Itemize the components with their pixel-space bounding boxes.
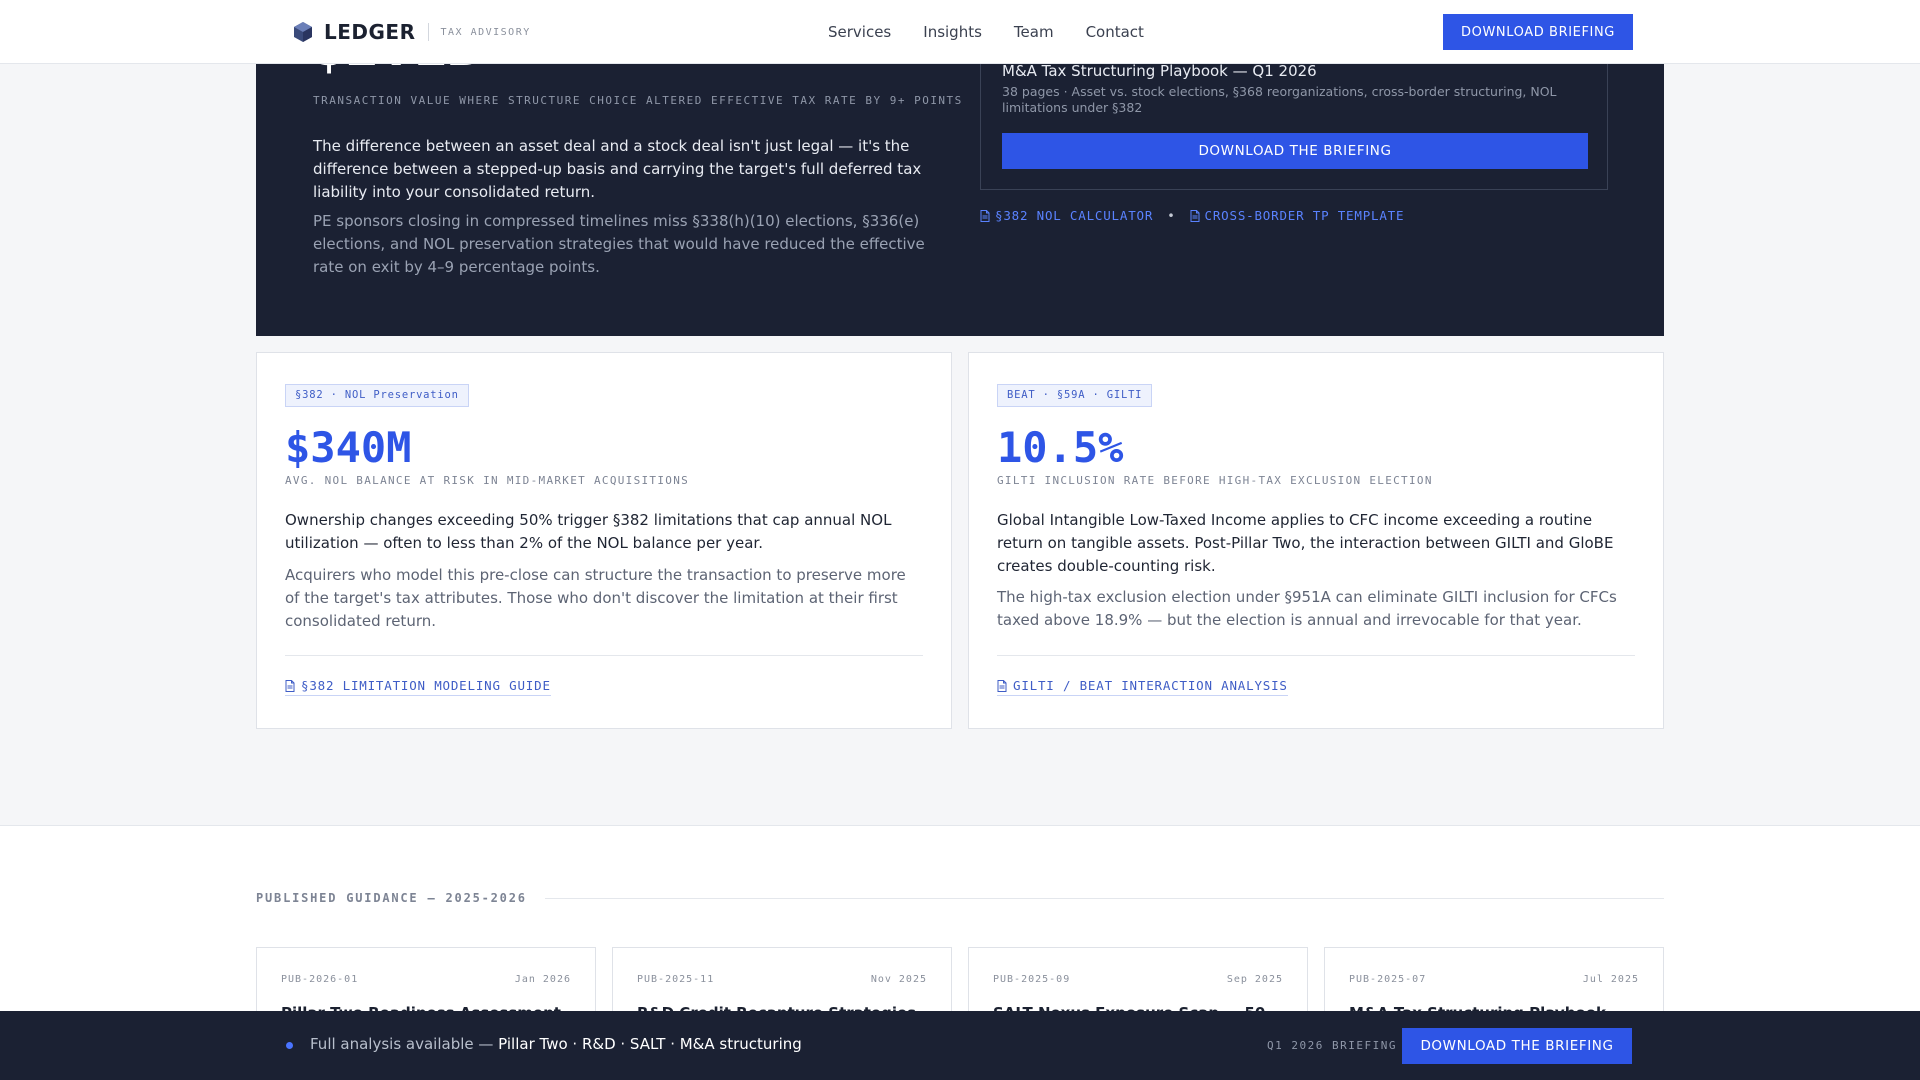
main-nav: Services Insights Team Contact [828, 23, 1144, 41]
card-link-label: §382 LIMITATION MODELING GUIDE [301, 678, 551, 693]
tp-template-label: CROSS-BORDER TP TEMPLATE [1204, 208, 1405, 223]
card-lead-text: Global Intangible Low-Taxed Income appli… [997, 511, 1614, 575]
limitation-guide-link[interactable]: §382 LIMITATION MODELING GUIDE [285, 678, 551, 696]
nol-preservation-card: §382 · NOL Preservation $340M AVG. NOL B… [256, 352, 952, 729]
nav-link-services[interactable]: Services [828, 23, 891, 41]
sticky-download-button[interactable]: DOWNLOAD THE BRIEFING [1402, 1028, 1632, 1064]
playbook-download-button[interactable]: DOWNLOAD THE BRIEFING [1002, 133, 1588, 169]
brand-tagline: TAX ADVISORY [440, 26, 531, 38]
publication-id: PUB-2025-09 [993, 974, 1071, 985]
playbook-meta: 38 pages · Asset vs. stock elections, §3… [1002, 84, 1557, 115]
gilti-analysis-link[interactable]: GILTI / BEAT INTERACTION ANALYSIS [997, 678, 1288, 696]
hero-resource-links: §382 NOL CALCULATOR • CROSS-BORDER TP TE… [980, 208, 1404, 223]
card-link-label: GILTI / BEAT INTERACTION ANALYSIS [1013, 678, 1288, 693]
brand-divider [427, 23, 429, 41]
download-briefing-button[interactable]: DOWNLOAD BRIEFING [1443, 14, 1633, 50]
brand-name[interactable]: LEDGER [324, 20, 416, 44]
card-caption: AVG. NOL BALANCE AT RISK IN MID-MARKET A… [285, 474, 690, 487]
hero-lead-text: The difference between an asset deal and… [313, 137, 922, 201]
card-big-number: $340M [285, 423, 412, 472]
guidance-rule [544, 897, 1664, 899]
card-sub-text: Acquirers who model this pre-close can s… [285, 566, 906, 630]
availability-prefix: Full analysis available — [310, 1035, 499, 1053]
sticky-briefing-bar: Full analysis available — Pillar Two · R… [0, 1011, 1920, 1080]
document-icon [997, 679, 1007, 692]
card-caption: GILTI INCLUSION RATE BEFORE HIGH-TAX EXC… [997, 474, 1433, 487]
status-dot-icon [286, 1042, 293, 1049]
guidance-title: PUBLISHED GUIDANCE — 2025-2026 [256, 891, 527, 905]
nav-link-team[interactable]: Team [1014, 23, 1054, 41]
nol-calculator-label: §382 NOL CALCULATOR [995, 208, 1154, 223]
document-icon [1190, 209, 1200, 222]
publication-id: PUB-2026-01 [281, 974, 359, 985]
hero-panel: $2.1B TRANSACTION VALUE WHERE STRUCTURE … [256, 40, 1664, 336]
card-badge: §382 · NOL Preservation [285, 384, 469, 407]
gilti-beat-card: BEAT · §59A · GILTI 10.5% GILTI INCLUSIO… [968, 352, 1664, 729]
playbook-title: M&A Tax Structuring Playbook — Q1 2026 [1002, 62, 1317, 80]
briefing-period-label: Q1 2026 BRIEFING [1267, 1039, 1397, 1052]
availability-topics: Pillar Two · R&D · SALT · M&A structurin… [498, 1035, 802, 1053]
publication-date: Jan 2026 [514, 974, 571, 985]
publication-date: Jul 2025 [1582, 974, 1639, 985]
card-sub-text: The high-tax exclusion election under §9… [997, 588, 1617, 629]
top-nav: LEDGER TAX ADVISORY Services Insights Te… [0, 0, 1920, 64]
nav-link-contact[interactable]: Contact [1086, 23, 1144, 41]
hero-sub-text: PE sponsors closing in compressed timeli… [313, 212, 925, 276]
document-icon [285, 679, 295, 692]
hero-caption: TRANSACTION VALUE WHERE STRUCTURE CHOICE… [313, 94, 963, 107]
ledger-logo-icon[interactable] [292, 21, 314, 43]
briefing-availability-text: Full analysis available — Pillar Two · R… [310, 1035, 802, 1053]
card-divider [997, 655, 1635, 656]
publication-id: PUB-2025-11 [637, 974, 715, 985]
publication-date: Sep 2025 [1226, 974, 1283, 985]
link-separator: • [1167, 208, 1176, 223]
nol-calculator-link[interactable]: §382 NOL CALCULATOR [980, 208, 1153, 223]
card-badge: BEAT · §59A · GILTI [997, 384, 1153, 407]
tp-template-link[interactable]: CROSS-BORDER TP TEMPLATE [1190, 208, 1405, 223]
nav-link-insights[interactable]: Insights [923, 23, 982, 41]
publication-date: Nov 2025 [870, 974, 927, 985]
card-lead-text: Ownership changes exceeding 50% trigger … [285, 511, 892, 552]
document-icon [980, 209, 990, 222]
card-big-number: 10.5% [997, 423, 1124, 472]
guidance-header: PUBLISHED GUIDANCE — 2025-2026 [256, 891, 1664, 905]
publication-id: PUB-2025-07 [1349, 974, 1427, 985]
card-divider [285, 655, 923, 656]
